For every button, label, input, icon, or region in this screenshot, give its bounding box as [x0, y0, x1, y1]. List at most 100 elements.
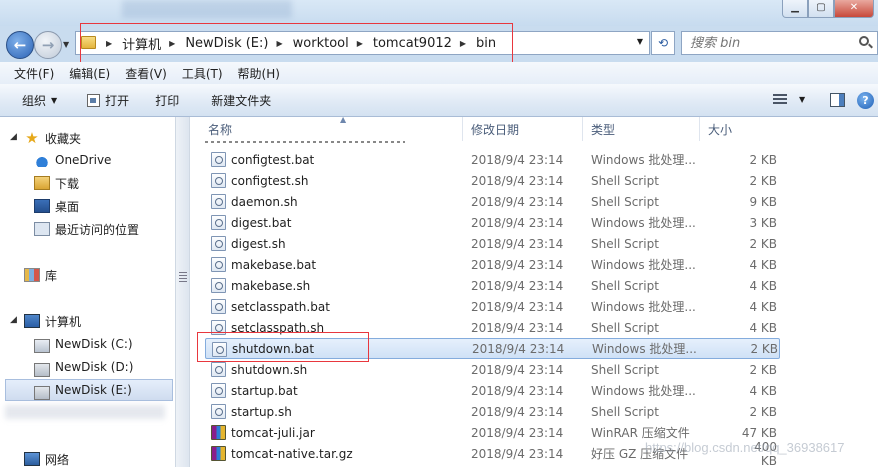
nav-item-desktop[interactable]: 桌面: [0, 195, 175, 217]
column-label: 大小: [708, 122, 733, 137]
file-name: setclasspath.sh: [231, 320, 325, 335]
open-button[interactable]: 打开: [79, 92, 137, 109]
minimize-button[interactable]: ▁: [782, 0, 808, 18]
search-input[interactable]: [682, 32, 842, 54]
back-button[interactable]: ←: [6, 31, 34, 59]
nav-label: 桌面: [55, 199, 80, 214]
refresh-icon: ⟲: [657, 36, 669, 50]
nav-item-recent[interactable]: 最近访问的位置: [0, 218, 175, 240]
file-name: tomcat-juli.jar: [231, 425, 315, 440]
nav-item-library[interactable]: 库: [0, 264, 175, 286]
view-options-icon[interactable]: [773, 94, 787, 106]
desktop-icon: [34, 199, 50, 213]
preview-pane-icon[interactable]: [830, 93, 845, 107]
chevron-right-icon[interactable]: ▶: [106, 39, 112, 48]
file-type: Shell Script: [591, 320, 659, 335]
file-row[interactable]: setclasspath.sh 2018/9/4 23:14 Shell Scrip…: [205, 317, 780, 338]
column-header-size[interactable]: 大小: [700, 117, 784, 141]
refresh-button[interactable]: ⟲: [651, 31, 675, 55]
breadcrumb-item-computer[interactable]: 计算机: [122, 34, 161, 53]
nav-label: NewDisk (C:): [55, 337, 133, 351]
splitter-grip-icon[interactable]: [179, 272, 187, 282]
file-modified-date: 2018/9/4 23:14: [471, 320, 564, 335]
nav-item-favorites[interactable]: ★ 收藏夹: [0, 127, 175, 149]
file-name: daemon.sh: [231, 194, 298, 209]
file-size: 9 KB: [749, 194, 777, 209]
organize-button[interactable]: 组织 ▼: [14, 92, 65, 109]
file-row[interactable]: startup.sh 2018/9/4 23:14 Shell Script 2 KB: [205, 401, 780, 422]
file-row[interactable]: shutdown.bat 2018/9/4 23:14 Windows 批处理...…: [205, 338, 780, 359]
file-list: 名称 ▲ 修改日期 类型 大小 configtest.bat 2018/9/4 2…: [190, 115, 878, 467]
chevron-right-icon[interactable]: ▶: [460, 39, 466, 48]
breadcrumb-item-bin[interactable]: bin: [476, 36, 496, 51]
chevron-right-icon[interactable]: ▶: [169, 39, 175, 48]
pane-splitter[interactable]: [175, 117, 190, 467]
file-row[interactable]: startup.bat 2018/9/4 23:14 Windows 批处理... 4…: [205, 380, 780, 401]
chevron-right-icon[interactable]: ▶: [276, 39, 282, 48]
menu-edit[interactable]: 编辑(E): [69, 65, 110, 82]
file-modified-date: 2018/9/4 23:14: [471, 152, 564, 167]
nav-item-drive-c[interactable]: NewDisk (C:): [0, 333, 175, 355]
nav-item-computer[interactable]: 计算机: [0, 310, 175, 332]
nav-item-drive-d[interactable]: NewDisk (D:): [0, 356, 175, 378]
search-box[interactable]: [681, 31, 878, 55]
file-type: Windows 批处理...: [591, 153, 696, 167]
file-row[interactable]: digest.sh 2018/9/4 23:14 Shell Script 2 KB: [205, 233, 780, 254]
drive-icon: [34, 362, 50, 377]
menu-file[interactable]: 文件(F): [14, 65, 54, 82]
file-row[interactable]: makebase.sh 2018/9/4 23:14 Shell Script 4 K…: [205, 275, 780, 296]
file-name: configtest.bat: [231, 152, 315, 167]
file-modified-date: 2018/9/4 23:14: [471, 173, 564, 188]
nav-label: 网络: [45, 452, 70, 467]
system-drive-icon: [34, 339, 50, 353]
breadcrumb-item-worktool[interactable]: worktool: [293, 36, 349, 51]
file-row[interactable]: daemon.sh 2018/9/4 23:14 Shell Script 9 KB: [205, 191, 780, 212]
drive-icon: [34, 385, 50, 400]
menu-view[interactable]: 查看(V): [125, 65, 167, 82]
print-button[interactable]: 打印: [147, 92, 187, 109]
breadcrumb-item-drive-e[interactable]: NewDisk (E:): [185, 36, 268, 51]
file-size: 47 KB: [741, 425, 777, 440]
script-icon: [211, 362, 226, 377]
file-size: 3 KB: [749, 215, 777, 230]
script-icon: [211, 320, 226, 335]
nav-item-onedrive[interactable]: OneDrive: [0, 149, 175, 171]
network-icon: [24, 452, 40, 466]
view-dropdown-button[interactable]: ▼: [799, 95, 805, 104]
menu-tools[interactable]: 工具(T): [182, 65, 223, 82]
file-type: Shell Script: [591, 194, 659, 209]
file-size: 4 KB: [749, 299, 777, 314]
close-button[interactable]: ✕: [834, 0, 874, 18]
nav-item-network[interactable]: 网络: [0, 448, 175, 467]
file-name: tomcat-native.tar.gz: [231, 446, 353, 461]
file-row[interactable]: setclasspath.bat 2018/9/4 23:14 Windows 批处…: [205, 296, 780, 317]
computer-icon: [24, 314, 40, 328]
script-icon: [211, 236, 226, 251]
address-bar[interactable]: ▶ 计算机 ▶ NewDisk (E:) ▶ worktool ▶ tomcat…: [75, 31, 650, 55]
forward-button[interactable]: →: [34, 31, 62, 59]
new-folder-label: 新建文件夹: [211, 93, 272, 108]
address-dropdown-button[interactable]: ▼: [637, 37, 643, 46]
history-dropdown-button[interactable]: ▼: [63, 40, 69, 49]
chevron-right-icon[interactable]: ▶: [357, 39, 363, 48]
file-name: shutdown.bat: [232, 341, 315, 356]
file-row[interactable]: configtest.bat 2018/9/4 23:14 Windows 批处理.…: [205, 149, 780, 170]
menu-help[interactable]: 帮助(H): [238, 65, 280, 82]
file-row[interactable]: digest.bat 2018/9/4 23:14 Windows 批处理... 3 …: [205, 212, 780, 233]
file-row[interactable]: makebase.bat 2018/9/4 23:14 Windows 批处理...…: [205, 254, 780, 275]
nav-item-downloads[interactable]: 下载: [0, 172, 175, 194]
downloads-folder-icon: [34, 176, 50, 190]
maximize-button[interactable]: ▢: [808, 0, 834, 18]
arrow-right-icon: →: [41, 36, 55, 54]
help-icon[interactable]: ?: [857, 92, 874, 109]
file-type: Windows 批处理...: [591, 258, 696, 272]
menu-bar: 文件(F) 编辑(E) 查看(V) 工具(T) 帮助(H): [0, 62, 878, 84]
file-modified-date: 2018/9/4 23:14: [471, 257, 564, 272]
file-row[interactable]: shutdown.sh 2018/9/4 23:14 Shell Script 2 K…: [205, 359, 780, 380]
nav-item-drive-e[interactable]: NewDisk (E:): [5, 379, 173, 401]
breadcrumb-item-tomcat9012[interactable]: tomcat9012: [373, 36, 452, 51]
file-row[interactable]: configtest.sh 2018/9/4 23:14 Shell Script 2…: [205, 170, 780, 191]
new-folder-button[interactable]: 新建文件夹: [203, 92, 279, 109]
file-size: 4 KB: [749, 383, 777, 398]
file-name: makebase.bat: [231, 257, 317, 272]
